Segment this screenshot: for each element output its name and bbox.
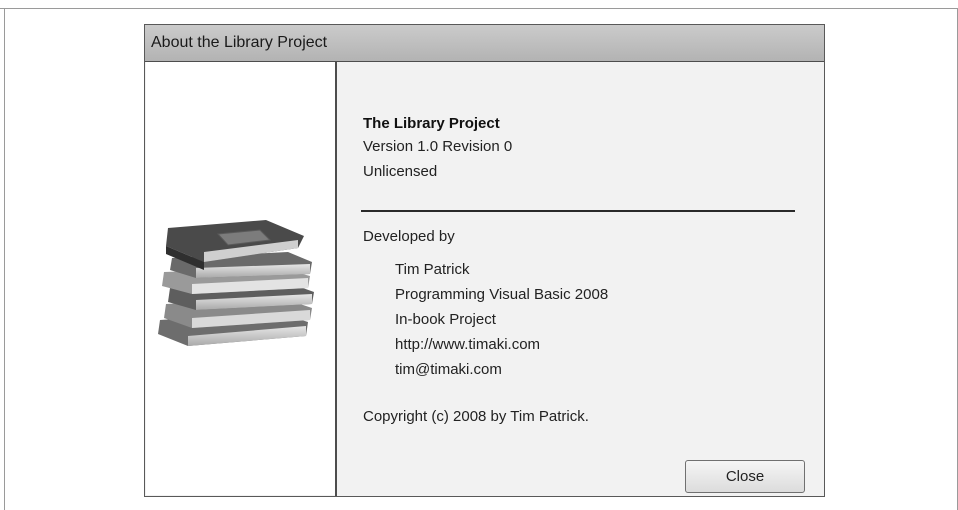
copyright-text: Copyright (c) 2008 by Tim Patrick. <box>363 408 589 425</box>
version-text: Version 1.0 Revision 0 <box>363 138 513 155</box>
license-text: Unlicensed <box>363 163 438 180</box>
book-title: Programming Visual Basic 2008 <box>395 286 609 303</box>
section-divider <box>361 210 795 212</box>
about-image-pane <box>146 62 336 495</box>
about-info-pane: The Library Project Version 1.0 Revision… <box>337 62 824 496</box>
dialog-title: About the Library Project <box>151 34 328 51</box>
developer-name: Tim Patrick <box>395 261 470 278</box>
website-link[interactable]: http://www.timaki.com <box>395 336 540 353</box>
email-link[interactable]: tim@timaki.com <box>395 361 502 378</box>
developed-by-label: Developed by <box>363 228 455 245</box>
dialog-titlebar[interactable]: About the Library Project <box>145 25 824 62</box>
stack-of-books-icon <box>158 220 314 346</box>
page-frame-left-rule <box>4 8 5 510</box>
page-frame-top-rule <box>0 8 958 9</box>
about-dialog: About the Library Project The Library Pr… <box>144 24 825 497</box>
project-type: In-book Project <box>395 311 496 328</box>
close-button[interactable]: Close <box>685 460 805 493</box>
app-name: The Library Project <box>363 115 500 132</box>
